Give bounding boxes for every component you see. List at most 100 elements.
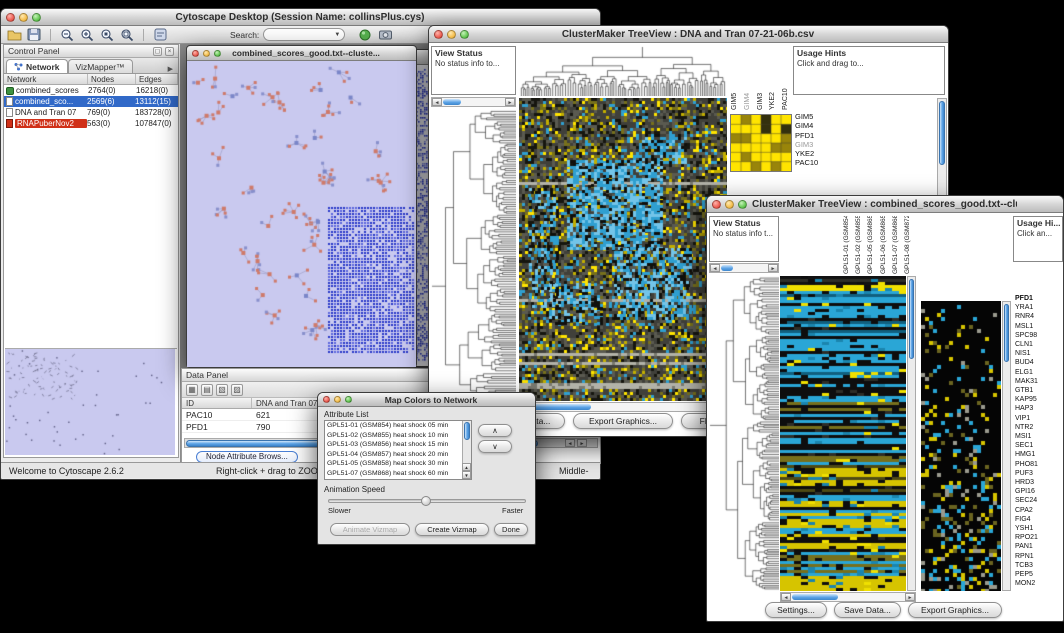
scroll-right-icon[interactable]: ► xyxy=(905,593,915,601)
gene-label[interactable]: ELG1 xyxy=(1015,368,1063,377)
close-button[interactable] xyxy=(434,30,443,39)
heatmap-canvas[interactable] xyxy=(519,98,727,401)
attribute-listbox[interactable]: GPL51-01 (GSM854) heat shock 05 minGPL51… xyxy=(324,420,472,480)
gene-label[interactable]: MON2 xyxy=(1015,579,1063,588)
secondary-heatmap-canvas[interactable] xyxy=(921,301,1001,591)
tab-network[interactable]: Network xyxy=(6,59,68,73)
animation-speed-slider[interactable] xyxy=(328,499,526,503)
annotation-icon[interactable] xyxy=(152,28,168,42)
tab-vizmapper[interactable]: VizMapper™ xyxy=(68,59,133,73)
gene-label[interactable]: GIM5 xyxy=(795,112,839,121)
correlation-matrix-canvas[interactable] xyxy=(730,114,792,172)
gene-label[interactable]: PFD1 xyxy=(795,131,839,140)
scroll-down-icon[interactable]: ▼ xyxy=(462,471,471,479)
close-button[interactable] xyxy=(6,13,15,22)
gene-label[interactable]: CLN1 xyxy=(1015,340,1063,349)
gene-label[interactable]: RNR4 xyxy=(1015,312,1063,321)
gene-label[interactable]: CPA2 xyxy=(1015,506,1063,515)
hscroll-track[interactable] xyxy=(791,593,905,601)
search-input[interactable] xyxy=(264,30,328,39)
save-session-icon[interactable] xyxy=(26,28,42,42)
network-view-canvas[interactable] xyxy=(187,61,416,367)
network-row[interactable]: combined_scores 2764(0) 16218(0) xyxy=(4,85,178,96)
scroll-left-icon[interactable]: ◄ xyxy=(432,98,442,106)
row-dendrogram-canvas[interactable] xyxy=(709,276,779,591)
gene-label[interactable]: PUF3 xyxy=(1015,469,1063,478)
gene-label[interactable]: SPC98 xyxy=(1015,331,1063,340)
dialog-titlebar[interactable]: Map Colors to Network xyxy=(318,393,535,407)
hscroll-track[interactable] xyxy=(530,403,716,411)
gene-label[interactable]: YKE2 xyxy=(795,149,839,158)
gene-label[interactable]: MSI1 xyxy=(1015,432,1063,441)
hscroll-thumb[interactable] xyxy=(531,404,591,410)
gene-label[interactable]: VIP1 xyxy=(1015,414,1063,423)
zoom-out-icon[interactable] xyxy=(59,28,75,42)
minimize-button[interactable] xyxy=(19,13,28,22)
export-graphics-button[interactable]: Export Graphics... xyxy=(573,413,673,429)
minimize-button[interactable] xyxy=(447,30,456,39)
scroll-right-icon[interactable]: ► xyxy=(768,264,778,272)
gene-label[interactable]: HAP3 xyxy=(1015,404,1063,413)
column-header-edges[interactable]: Edges xyxy=(136,74,178,84)
gene-label[interactable]: NTR2 xyxy=(1015,423,1063,432)
scroll-right-icon[interactable]: ► xyxy=(505,98,515,106)
delete-attribute-icon[interactable]: ▧ xyxy=(216,384,228,396)
column-header-network[interactable]: Network xyxy=(4,74,88,84)
network-overview-pane[interactable] xyxy=(5,348,177,456)
listbox-vscrollbar[interactable]: ▲ ▼ xyxy=(462,421,471,479)
scroll-left-icon[interactable]: ◄ xyxy=(710,264,720,272)
row-dendrogram-hscrollbar[interactable]: ◄ ► xyxy=(709,263,779,273)
zoom-button[interactable] xyxy=(460,30,469,39)
gene-label[interactable]: RPN1 xyxy=(1015,552,1063,561)
move-down-button[interactable]: ∨ xyxy=(478,440,512,453)
settings-button[interactable]: Settings... xyxy=(765,602,827,618)
done-button[interactable]: Done xyxy=(494,523,528,536)
close-button[interactable] xyxy=(712,200,721,209)
gene-label[interactable]: KAP95 xyxy=(1015,395,1063,404)
heatmap-hscrollbar[interactable]: ◄ ► xyxy=(780,592,916,602)
export-graphics-button[interactable]: Export Graphics... xyxy=(908,602,1002,618)
minimize-button[interactable] xyxy=(334,396,341,403)
vscroll-thumb[interactable] xyxy=(464,422,470,440)
close-button[interactable] xyxy=(192,50,199,57)
hscroll-thumb[interactable] xyxy=(443,99,461,105)
attribute-item[interactable]: GPL51-05 (GSM858) heat shock 30 min xyxy=(325,459,462,469)
row-dendrogram-canvas[interactable] xyxy=(431,109,516,401)
column-dendrogram-canvas[interactable] xyxy=(519,46,727,96)
gene-label[interactable]: MAK31 xyxy=(1015,377,1063,386)
hscroll-track[interactable] xyxy=(720,264,768,272)
zoom-selected-icon[interactable] xyxy=(99,28,115,42)
gene-label[interactable]: SEC1 xyxy=(1015,441,1063,450)
gene-label[interactable]: NIS1 xyxy=(1015,349,1063,358)
minimize-button[interactable] xyxy=(203,50,210,57)
network-overview-canvas[interactable] xyxy=(5,349,175,455)
gene-label[interactable]: HRD3 xyxy=(1015,478,1063,487)
zoom-fit-icon[interactable] xyxy=(119,28,135,42)
gene-label[interactable]: PAN1 xyxy=(1015,542,1063,551)
attribute-item[interactable]: GPL51-03 (GSM856) heat shock 15 min xyxy=(325,440,462,450)
gene-label[interactable]: RPO21 xyxy=(1015,533,1063,542)
search-combo[interactable]: ▼ xyxy=(263,28,345,41)
close-panel-icon[interactable]: × xyxy=(165,47,174,56)
attribute-item[interactable]: GPL51-02 (GSM855) heat shock 10 min xyxy=(325,431,462,441)
attribute-item[interactable]: GPL51-07 (GSM868) heat shock 60 min xyxy=(325,469,462,479)
scroll-right-icon[interactable]: ► xyxy=(577,439,587,447)
snapshot-icon[interactable] xyxy=(377,28,393,42)
select-attributes-icon[interactable]: ▦ xyxy=(186,384,198,396)
open-session-icon[interactable] xyxy=(6,28,22,42)
tab-overflow-icon[interactable]: ▶ xyxy=(165,65,176,73)
column-header-id[interactable]: ID xyxy=(182,398,252,408)
gene-label[interactable]: YRA1 xyxy=(1015,303,1063,312)
vscroll-thumb[interactable] xyxy=(939,101,945,165)
row-dendrogram-hscrollbar[interactable]: ◄ ► xyxy=(431,97,516,107)
gene-label[interactable]: FIG4 xyxy=(1015,515,1063,524)
network-row[interactable]: RNAPuberNov2 563(0) 107847(0) xyxy=(4,118,178,129)
gene-label[interactable]: YSH1 xyxy=(1015,524,1063,533)
scroll-up-icon[interactable]: ▲ xyxy=(462,463,471,471)
move-up-button[interactable]: ∧ xyxy=(478,424,512,437)
slider-thumb[interactable] xyxy=(421,496,431,506)
create-vizmap-button[interactable]: Create Vizmap xyxy=(415,523,489,536)
column-header-nodes[interactable]: Nodes xyxy=(88,74,136,84)
network-row[interactable]: DNA and Tran 07 769(0) 183728(0) xyxy=(4,107,178,118)
scroll-left-icon[interactable]: ◄ xyxy=(781,593,791,601)
